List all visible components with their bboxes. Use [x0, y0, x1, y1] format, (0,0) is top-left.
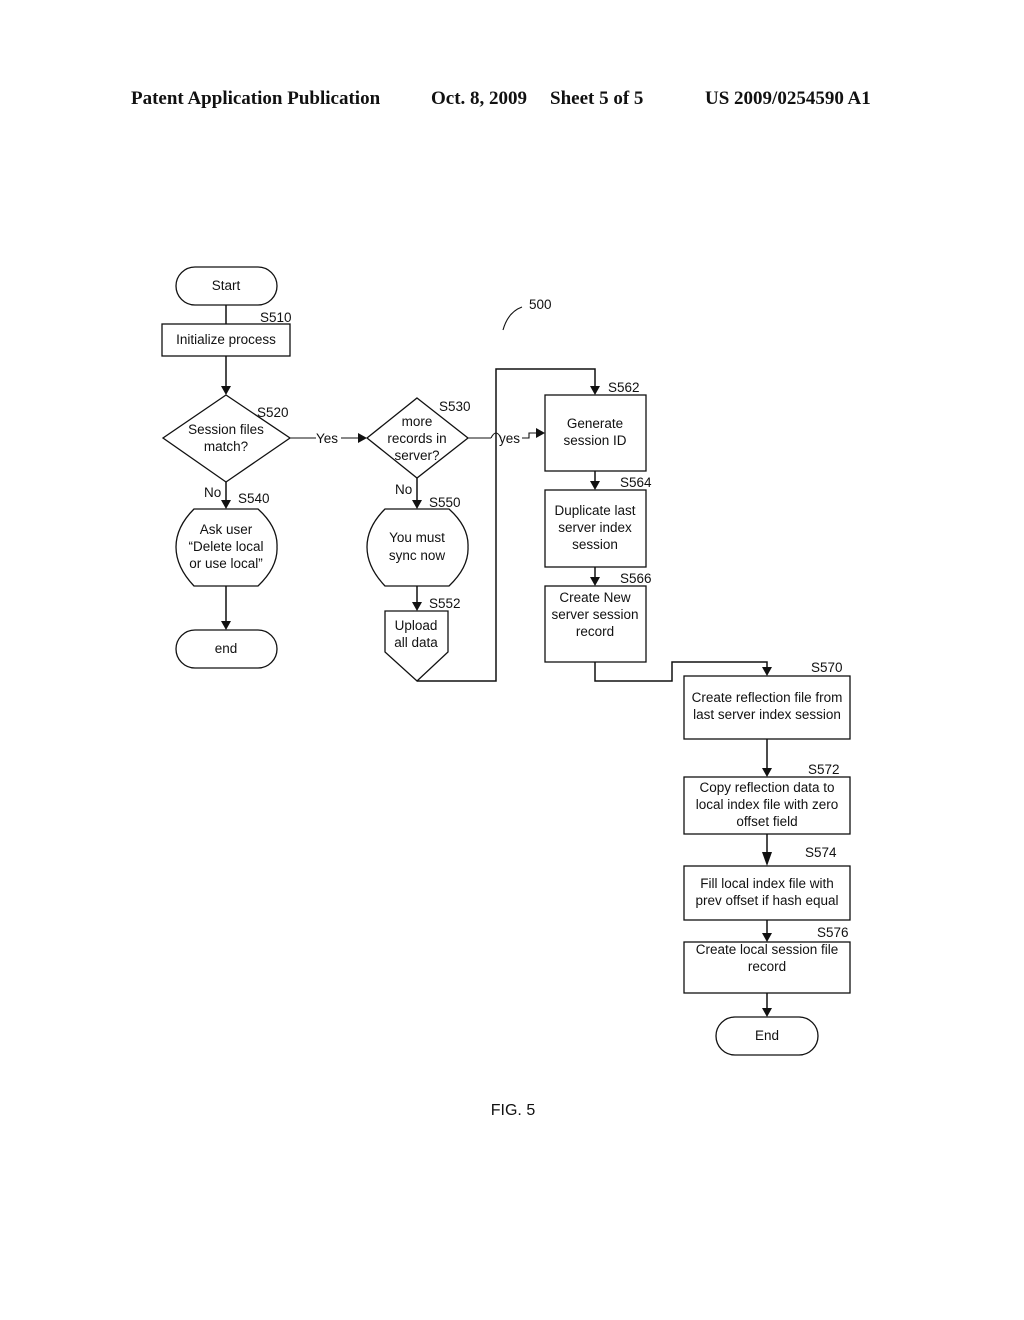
step-label: S562 — [608, 380, 640, 395]
node-text: session — [572, 537, 618, 552]
node-text: Fill local index file with — [700, 876, 834, 891]
arrow-head — [412, 500, 422, 509]
arrow-head — [221, 386, 231, 395]
node-text: server session — [551, 607, 638, 622]
node-text: server? — [394, 448, 439, 463]
figure-caption: FIG. 5 — [491, 1102, 536, 1119]
node-text: records in — [387, 431, 446, 446]
arrow-head — [590, 577, 600, 586]
node-text: sync now — [389, 548, 446, 563]
edge-label-yes: Yes — [316, 431, 338, 446]
figure-reference-number: 500 — [529, 297, 552, 312]
node-text: end — [215, 641, 238, 656]
step-label: S520 — [257, 405, 289, 420]
node-end-left: end — [175, 629, 278, 669]
node-text: or use local” — [189, 556, 263, 571]
step-label: S572 — [808, 762, 840, 777]
node-text: prev offset if hash equal — [695, 893, 838, 908]
node-s552: Upload all data S552 — [384, 596, 461, 682]
node-text: all data — [394, 635, 438, 650]
arrow-head — [590, 481, 600, 490]
arrow-head — [762, 852, 772, 866]
node-end-right: End — [715, 1016, 819, 1056]
node-text: Session files — [188, 422, 264, 437]
step-label: S552 — [429, 596, 461, 611]
arrow-head — [762, 933, 772, 942]
edge-label-no: No — [204, 485, 221, 500]
node-s550: You must sync now S550 — [366, 495, 469, 587]
arrow-head — [221, 500, 231, 509]
edge-label-yes: yes — [499, 431, 520, 446]
connector-s530-s562-b — [522, 432, 536, 439]
node-text: Create reflection file from — [692, 690, 843, 705]
node-text: Create New — [559, 590, 631, 605]
node-text: Duplicate last — [554, 503, 635, 518]
step-label: S574 — [805, 845, 837, 860]
node-s564: Duplicate last server index session S564 — [544, 475, 652, 568]
node-s520: Session files match? S520 — [161, 394, 292, 483]
node-text: local index file with zero — [696, 797, 839, 812]
step-label: S566 — [620, 571, 652, 586]
node-text: Start — [212, 278, 241, 293]
node-text: record — [576, 624, 614, 639]
arrow-head — [358, 433, 367, 443]
step-label: S570 — [811, 660, 843, 675]
node-s530: more records in server? S530 — [365, 397, 471, 479]
arrow-head — [536, 428, 545, 438]
node-text: Copy reflection data to — [699, 780, 834, 795]
node-text: Upload — [395, 618, 438, 633]
node-text: more — [402, 414, 433, 429]
node-text: record — [748, 959, 786, 974]
node-text: You must — [389, 530, 445, 545]
node-text: session ID — [563, 433, 626, 448]
flowchart: Yes No yes No 500 Start Initialize proce… — [161, 266, 851, 1119]
node-text: Create local session file — [696, 942, 839, 957]
arrow-head — [762, 1008, 772, 1017]
node-s510: Initialize process S510 — [161, 310, 292, 357]
step-label: S576 — [817, 925, 849, 940]
step-label: S540 — [238, 491, 270, 506]
node-text: Generate — [567, 416, 623, 431]
arrow-head — [590, 386, 600, 395]
node-text: “Delete local — [188, 539, 263, 554]
edge-label-no: No — [395, 482, 412, 497]
node-start: Start — [175, 266, 278, 306]
node-text: End — [755, 1028, 779, 1043]
arrow-head — [762, 667, 772, 676]
node-text: match? — [204, 439, 248, 454]
node-text: Ask user — [200, 522, 253, 537]
step-label: S550 — [429, 495, 461, 510]
step-label: S530 — [439, 399, 471, 414]
reference-leader-line — [502, 306, 523, 331]
node-text: last server index session — [693, 707, 841, 722]
step-label: S510 — [260, 310, 292, 325]
arrow-head — [762, 768, 772, 777]
arrow-head — [412, 602, 422, 611]
step-label: S564 — [620, 475, 652, 490]
node-text: server index — [558, 520, 632, 535]
arrow-head — [221, 621, 231, 630]
node-text: offset field — [736, 814, 797, 829]
node-s566: Create New server session record S566 — [544, 571, 652, 663]
node-text: Initialize process — [176, 332, 276, 347]
